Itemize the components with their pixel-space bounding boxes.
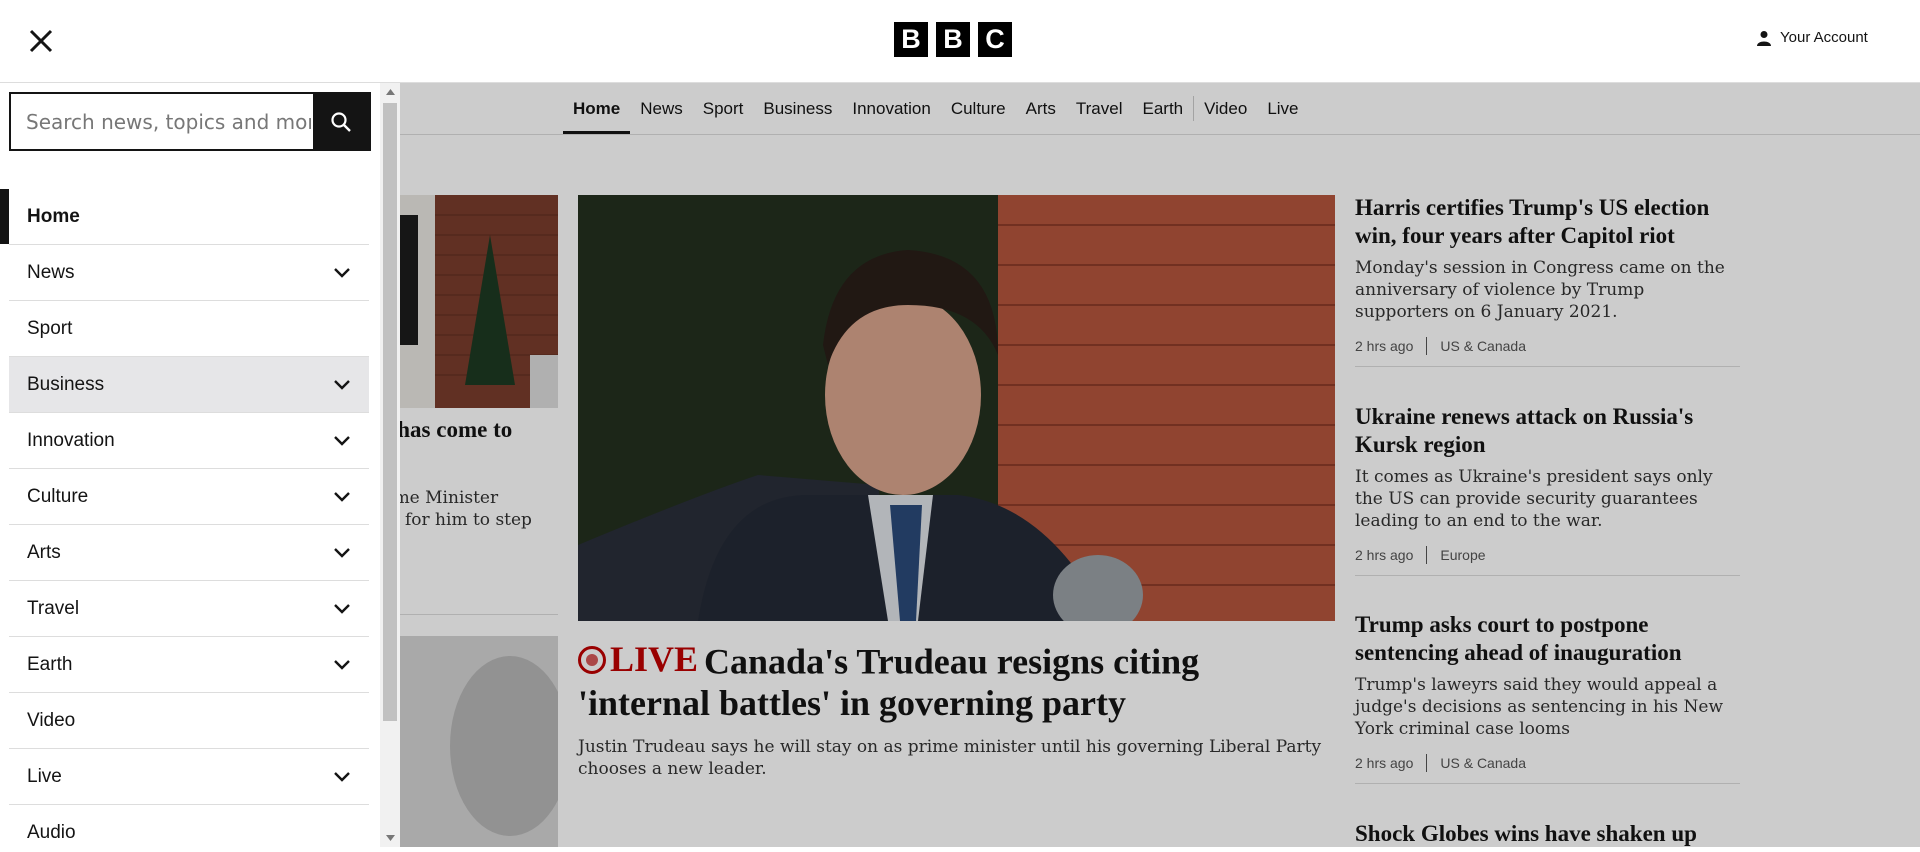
scrollbar-thumb[interactable]	[383, 103, 397, 721]
chevron-down-icon[interactable]	[333, 547, 351, 559]
drawer-item-arts[interactable]: Arts	[9, 525, 369, 581]
triangle-up-icon	[385, 89, 395, 95]
drawer-item-news[interactable]: News	[9, 245, 369, 301]
chevron-down-icon[interactable]	[333, 435, 351, 447]
triangle-down-icon	[385, 835, 395, 841]
user-icon	[1757, 30, 1771, 46]
your-account-link[interactable]: Your Account	[1756, 29, 1868, 46]
search-button[interactable]	[313, 94, 369, 149]
chevron-down-icon[interactable]	[333, 491, 351, 503]
drawer-item-video[interactable]: Video	[9, 693, 369, 749]
search-form	[9, 92, 371, 151]
drawer-item-sport[interactable]: Sport	[9, 301, 369, 357]
chevron-down-icon[interactable]	[333, 379, 351, 391]
drawer-item-audio[interactable]: Audio	[9, 805, 369, 847]
close-icon	[29, 29, 53, 53]
logo-letter: B	[894, 22, 928, 57]
scroll-up-button[interactable]	[380, 83, 400, 101]
close-menu-button[interactable]	[24, 24, 58, 58]
drawer-item-label: Video	[27, 709, 76, 731]
drawer-item-live[interactable]: Live	[9, 749, 369, 805]
drawer-item-label: Innovation	[27, 429, 115, 451]
search-icon	[331, 111, 351, 132]
drawer-item-label: Arts	[27, 541, 61, 563]
chevron-down-icon[interactable]	[333, 659, 351, 671]
drawer-item-label: News	[27, 261, 75, 283]
drawer-item-label: Home	[27, 205, 80, 227]
drawer-item-label: Sport	[27, 317, 73, 339]
chevron-down-icon[interactable]	[333, 603, 351, 615]
drawer-item-culture[interactable]: Culture	[9, 469, 369, 525]
drawer-item-label: Earth	[27, 653, 73, 675]
drawer-item-travel[interactable]: Travel	[9, 581, 369, 637]
site-header: B B C Your Account	[0, 0, 1920, 83]
scroll-down-button[interactable]	[380, 829, 400, 847]
chevron-down-icon[interactable]	[333, 267, 351, 279]
drawer-item-label: Live	[27, 765, 62, 787]
drawer-item-label: Business	[27, 373, 105, 395]
logo-letter: B	[936, 22, 970, 57]
search-input[interactable]	[11, 94, 313, 149]
account-label: Your Account	[1780, 29, 1868, 46]
bbc-logo[interactable]: B B C	[894, 22, 1012, 57]
drawer-menu: Home News Sport Business Innovation Cult…	[0, 189, 369, 847]
drawer-item-label: Travel	[27, 597, 80, 619]
navigation-drawer: Home News Sport Business Innovation Cult…	[0, 83, 400, 847]
drawer-item-innovation[interactable]: Innovation	[9, 413, 369, 469]
logo-letter: C	[978, 22, 1012, 57]
drawer-item-business[interactable]: Business	[9, 357, 369, 413]
drawer-item-earth[interactable]: Earth	[9, 637, 369, 693]
drawer-item-home[interactable]: Home	[0, 189, 369, 245]
drawer-item-label: Audio	[27, 821, 76, 843]
chevron-down-icon[interactable]	[333, 771, 351, 783]
drawer-scrollbar[interactable]	[380, 83, 400, 847]
drawer-item-label: Culture	[27, 485, 89, 507]
